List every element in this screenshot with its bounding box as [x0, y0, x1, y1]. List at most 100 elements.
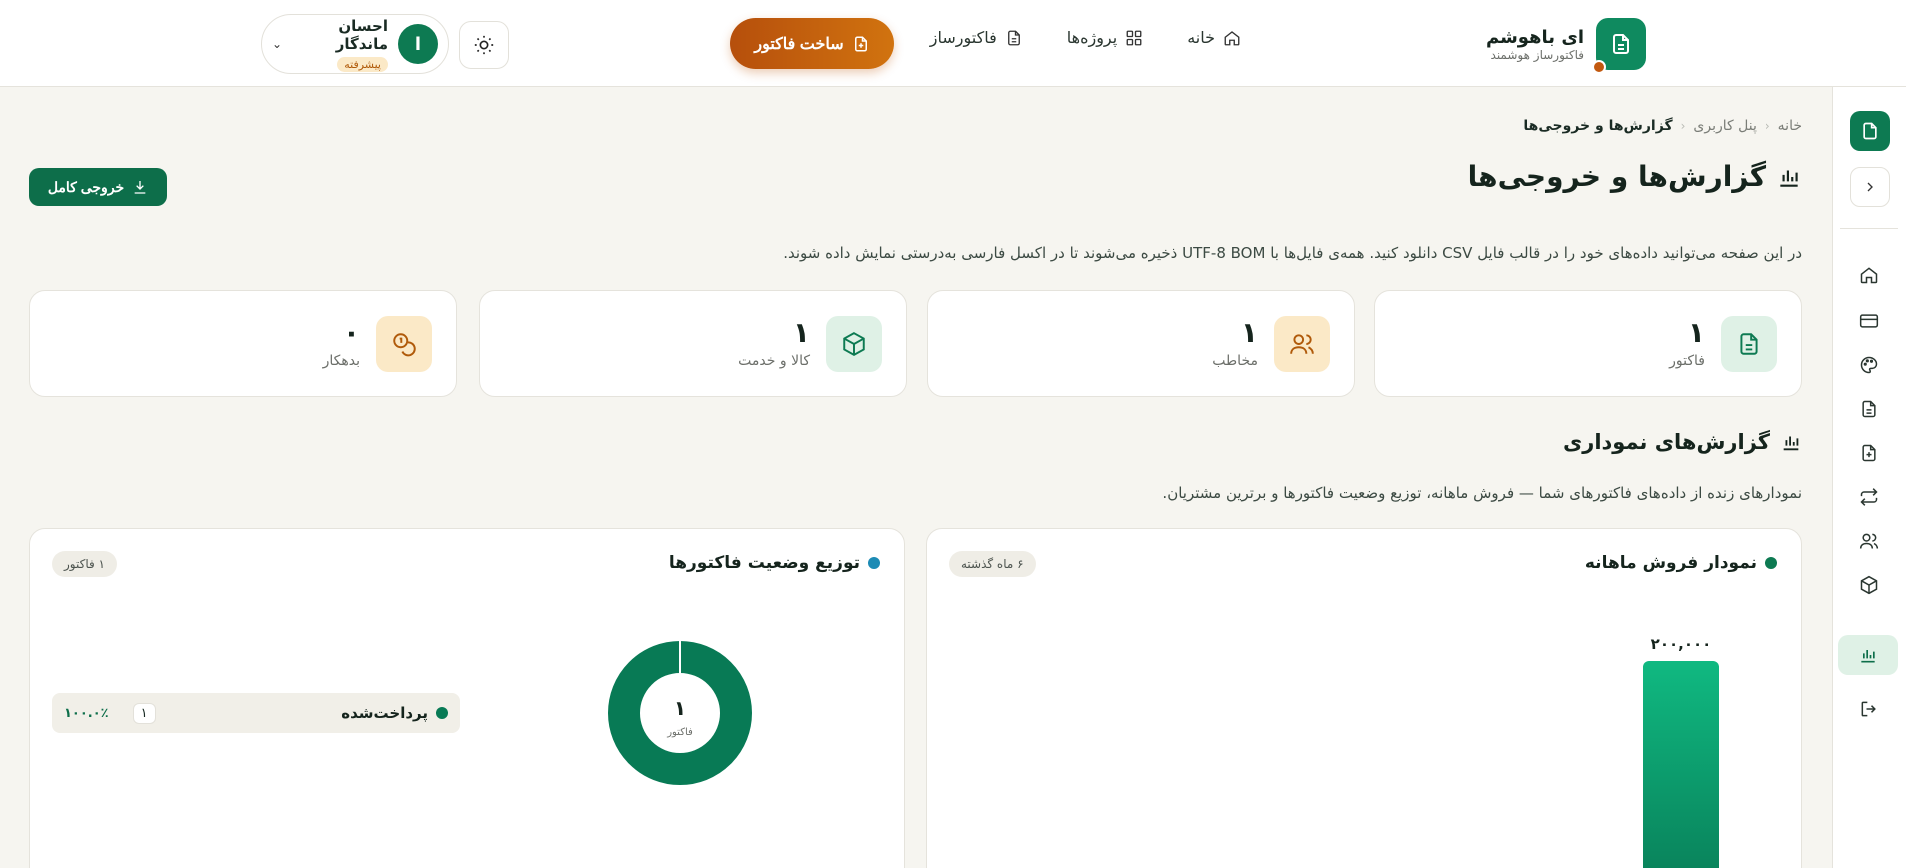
credit-card-icon [1859, 314, 1879, 328]
nav-invoice-builder-label: فاکتورساز [929, 28, 997, 47]
stat-icon-box [1274, 315, 1330, 372]
file-icon [1863, 122, 1877, 140]
rail-item-palette[interactable] [1848, 345, 1890, 385]
create-invoice-button[interactable]: ساخت فاکتور [730, 18, 894, 69]
nav-home-label: خانه [1187, 28, 1215, 47]
status-distribution-panel: توزیع وضعیت فاکتورها ۱ فاکتور ۱ فاکتور پ… [29, 528, 905, 868]
stat-value: ۱ [1687, 315, 1705, 349]
breadcrumb-separator: ‹ [1764, 119, 1770, 133]
breadcrumb: خانه ‹ پنل کاربری ‹ گزارش‌ها و خروجی‌ها [1523, 118, 1802, 134]
stat-card-contacts[interactable]: ۱ مخاطب [927, 290, 1355, 397]
file-plus-icon [854, 36, 867, 51]
stat-label: فاکتور [1669, 352, 1705, 369]
legend-item-paid[interactable]: پرداخت‌شده ۱ ۱۰۰.۰٪ [52, 693, 460, 733]
page-title: گزارش‌ها و خروجی‌ها [1468, 160, 1802, 193]
rail-item-new-invoice[interactable] [1848, 433, 1890, 473]
stat-value: ۱ [792, 315, 810, 349]
bar-chart-icon [1780, 170, 1798, 187]
theme-toggle-button[interactable] [459, 21, 509, 69]
main-nav: خانه پروژه‌ها فاکتورساز [930, 28, 1241, 47]
plan-badge: پیشرفته [337, 56, 388, 72]
sales-bar-label: ۲۰۰,۰۰۰ [1651, 635, 1712, 653]
monthly-sales-title-text: نمودار فروش ماهانه [1584, 553, 1757, 573]
stat-icon-box [826, 315, 882, 372]
rail-expand-button[interactable] [1850, 167, 1890, 207]
grid-icon [1126, 30, 1142, 45]
rail-logo[interactable] [1850, 111, 1890, 151]
nav-invoice-builder[interactable]: فاکتورساز [930, 28, 1023, 47]
rail-divider [1840, 228, 1898, 229]
breadcrumb-separator: ‹ [1680, 119, 1686, 133]
series-dot [1765, 557, 1777, 569]
bar-chart-icon [1861, 650, 1875, 663]
nav-projects[interactable]: پروژه‌ها [1067, 28, 1143, 47]
legend-count: ۱ [132, 702, 156, 724]
top-bar: ای باهوشم فاکتورساز هوشمند خانه پروژه‌ها… [0, 0, 1906, 87]
breadcrumb-current: گزارش‌ها و خروجی‌ها [1523, 118, 1673, 134]
brand-logo [1592, 18, 1646, 74]
stat-value: ۰ [342, 315, 360, 349]
rail-item-products[interactable] [1848, 565, 1890, 605]
chevron-down-icon: ⌄ [272, 37, 283, 51]
status-dot [1592, 60, 1606, 74]
rail-item-cards[interactable] [1848, 301, 1890, 341]
series-dot [868, 557, 880, 569]
rail-item-contacts[interactable] [1848, 521, 1890, 561]
file-icon [1613, 34, 1629, 54]
download-icon [134, 181, 146, 194]
legend-label: پرداخت‌شده [341, 704, 428, 722]
brand-title: ای باهوشم [1485, 26, 1584, 48]
nav-projects-label: پروژه‌ها [1066, 28, 1118, 47]
page-description: در این صفحه می‌توانید داده‌های خود را در… [783, 244, 1802, 262]
side-rail [1832, 87, 1906, 868]
rail-item-reports[interactable] [1838, 635, 1898, 675]
file-plus-icon [1862, 444, 1876, 462]
legend-dot [436, 707, 448, 719]
status-distribution-title-text: توزیع وضعیت فاکتورها [668, 553, 860, 573]
user-name: احسان ماندگار [335, 16, 388, 53]
stat-card-debtors[interactable]: ۰ بدهکار [29, 290, 457, 397]
stat-icon-box [376, 315, 432, 372]
repeat-icon [1860, 488, 1878, 506]
user-menu[interactable]: ا احسان ماندگار پیشرفته ⌄ [261, 14, 449, 74]
brand[interactable]: ای باهوشم فاکتورساز هوشمند [1485, 18, 1646, 74]
bar-chart-icon [1783, 436, 1799, 451]
stat-card-products[interactable]: ۱ کالا و خدمت [479, 290, 907, 397]
rail-item-transfers[interactable] [1848, 477, 1890, 517]
rail-item-invoices[interactable] [1848, 389, 1890, 429]
invoice-count-chip[interactable]: ۱ فاکتور [52, 551, 117, 577]
breadcrumb-panel[interactable]: پنل کاربری [1693, 118, 1756, 134]
full-export-button[interactable]: خروجی کامل [29, 168, 167, 206]
charts-section-title: گزارش‌های نموداری [1563, 430, 1802, 454]
nav-home[interactable]: خانه [1187, 28, 1241, 47]
avatar: ا [398, 24, 438, 64]
legend-name: پرداخت‌شده [341, 704, 448, 722]
charts-section-description: نمودارهای زنده از داده‌های فاکتورهای شما… [1162, 484, 1802, 502]
legend-percent: ۱۰۰.۰٪ [64, 705, 109, 721]
stat-icon-box [1721, 315, 1777, 372]
page-title-text: گزارش‌ها و خروجی‌ها [1467, 160, 1766, 193]
rail-item-logout[interactable] [1848, 689, 1890, 729]
status-donut-chart: ۱ فاکتور [608, 641, 752, 785]
rail-item-home[interactable] [1848, 255, 1890, 295]
create-invoice-label: ساخت فاکتور [754, 35, 844, 53]
chevron-right-icon [1867, 182, 1873, 192]
charts-section-title-text: گزارش‌های نموداری [1563, 430, 1770, 454]
document-icon [1862, 400, 1876, 418]
sun-icon [474, 35, 494, 55]
sales-bar[interactable] [1643, 661, 1719, 868]
box-icon [1860, 575, 1878, 595]
palette-icon [1860, 356, 1878, 374]
period-chip[interactable]: ۶ ماه گذشته [949, 551, 1036, 577]
full-export-label: خروجی کامل [47, 178, 125, 195]
monthly-sales-title: نمودار فروش ماهانه [1585, 553, 1777, 573]
status-distribution-title: توزیع وضعیت فاکتورها [669, 553, 880, 573]
stat-label: مخاطب [1212, 352, 1258, 369]
brand-subtitle: فاکتورساز هوشمند [1490, 47, 1584, 62]
stat-label: کالا و خدمت [738, 352, 810, 369]
breadcrumb-home[interactable]: خانه [1778, 118, 1802, 134]
home-icon [1860, 267, 1878, 284]
donut-center-value: ۱ [674, 696, 686, 720]
stat-card-invoices[interactable]: ۱ فاکتور [1374, 290, 1802, 397]
stat-label: بدهکار [322, 352, 360, 369]
